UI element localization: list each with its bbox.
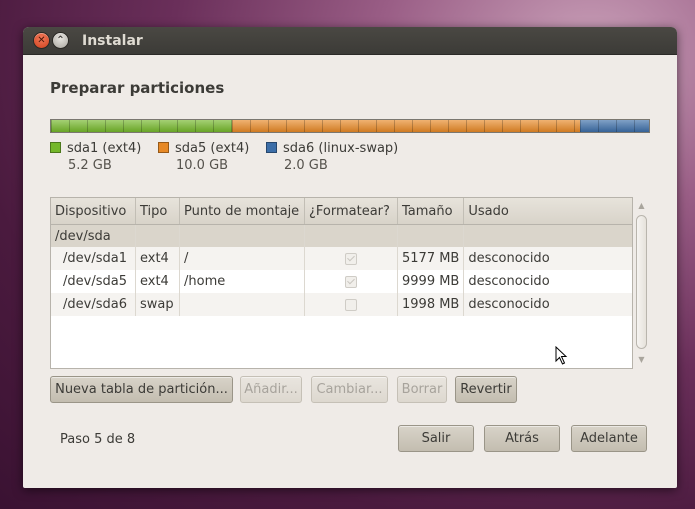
installer-window: ✕ ⌃ Instalar Preparar particiones sda1 (… bbox=[23, 27, 677, 488]
step-indicator: Paso 5 de 8 bbox=[60, 432, 136, 447]
swatch-sda5 bbox=[158, 142, 169, 153]
cell-type: ext4 bbox=[135, 247, 180, 270]
cell-type: ext4 bbox=[135, 270, 180, 293]
cell-empty bbox=[304, 224, 398, 247]
table-row-empty bbox=[51, 316, 632, 362]
col-header-size[interactable]: Tamaño bbox=[397, 198, 465, 225]
forward-button[interactable]: Adelante bbox=[571, 425, 647, 452]
partition-table: Dispositivo Tipo Punto de montaje ¿Forma… bbox=[50, 197, 633, 369]
table-row[interactable]: /dev/sda6 swap 1998 MB desconocido bbox=[51, 293, 632, 316]
scroll-down-icon[interactable]: ▼ bbox=[633, 355, 650, 364]
delete-button[interactable]: Borrar bbox=[397, 376, 447, 403]
cell-type: swap bbox=[135, 293, 180, 316]
partition-bar-segment bbox=[579, 120, 649, 132]
quit-button[interactable]: Salir bbox=[398, 425, 474, 452]
legend-name: sda5 (ext4) bbox=[175, 141, 250, 156]
cell-used: desconocido bbox=[463, 247, 632, 270]
cell-empty bbox=[179, 224, 305, 247]
legend-sda5: sda5 (ext4) 10.0 GB bbox=[158, 140, 249, 174]
cell-device: /dev/sda1 bbox=[51, 247, 136, 270]
cell-empty bbox=[135, 224, 180, 247]
cell-format bbox=[304, 247, 398, 270]
cell-size: 1998 MB bbox=[397, 293, 465, 316]
window-title: Instalar bbox=[82, 32, 143, 49]
cell-device: /dev/sda bbox=[51, 224, 136, 247]
cell-format bbox=[304, 270, 398, 293]
cell-size: 5177 MB bbox=[397, 247, 465, 270]
legend-sda1: sda1 (ext4) 5.2 GB bbox=[50, 140, 141, 174]
cell-mount bbox=[179, 293, 305, 316]
table-scrollbar[interactable]: ▲ ▼ bbox=[633, 197, 650, 369]
partition-bar-segment bbox=[231, 120, 580, 132]
legend-name: sda6 (linux-swap) bbox=[283, 141, 399, 156]
legend-size: 10.0 GB bbox=[176, 158, 229, 173]
legend-sda6: sda6 (linux-swap) 2.0 GB bbox=[266, 140, 398, 174]
table-row-group[interactable]: /dev/sda bbox=[51, 224, 632, 247]
new-partition-table-button[interactable]: Nueva tabla de partición... bbox=[50, 376, 233, 403]
col-header-format[interactable]: ¿Formatear? bbox=[304, 198, 398, 225]
table-row[interactable]: /dev/sda1 ext4 / 5177 MB desconocido bbox=[51, 247, 632, 270]
cell-empty bbox=[397, 224, 465, 247]
swatch-sda1 bbox=[50, 142, 61, 153]
col-header-device[interactable]: Dispositivo bbox=[51, 198, 136, 225]
cell-device: /dev/sda6 bbox=[51, 293, 136, 316]
cell-mount: / bbox=[179, 247, 305, 270]
cell-used: desconocido bbox=[463, 293, 632, 316]
col-header-used[interactable]: Usado bbox=[463, 198, 632, 225]
back-button[interactable]: Atrás bbox=[484, 425, 560, 452]
legend-size: 2.0 GB bbox=[284, 158, 328, 173]
titlebar: ✕ ⌃ Instalar bbox=[23, 27, 677, 55]
swatch-sda6 bbox=[266, 142, 277, 153]
scroll-up-icon[interactable]: ▲ bbox=[633, 201, 650, 210]
page-title: Preparar particiones bbox=[50, 79, 225, 97]
scroll-thumb[interactable] bbox=[636, 215, 647, 349]
table-row[interactable]: /dev/sda5 ext4 /home 9999 MB desconocido bbox=[51, 270, 632, 293]
cell-used: desconocido bbox=[463, 270, 632, 293]
cell-size: 9999 MB bbox=[397, 270, 465, 293]
table-header: Dispositivo Tipo Punto de montaje ¿Forma… bbox=[51, 198, 632, 225]
partition-bar bbox=[50, 119, 650, 133]
format-checkbox[interactable] bbox=[345, 252, 357, 265]
cell-format bbox=[304, 293, 398, 316]
col-header-type[interactable]: Tipo bbox=[135, 198, 180, 225]
mouse-pointer-icon bbox=[555, 346, 568, 365]
cell-device: /dev/sda5 bbox=[51, 270, 136, 293]
revert-button[interactable]: Revertir bbox=[455, 376, 517, 403]
format-checkbox[interactable] bbox=[345, 298, 357, 311]
change-button[interactable]: Cambiar... bbox=[311, 376, 388, 403]
legend-size: 5.2 GB bbox=[68, 158, 112, 173]
partition-bar-segment bbox=[51, 120, 232, 132]
legend-name: sda1 (ext4) bbox=[67, 141, 142, 156]
cell-empty bbox=[463, 224, 632, 247]
col-header-mount[interactable]: Punto de montaje bbox=[179, 198, 305, 225]
cell-mount: /home bbox=[179, 270, 305, 293]
close-icon[interactable]: ✕ bbox=[34, 33, 49, 48]
minimize-icon[interactable]: ⌃ bbox=[53, 33, 68, 48]
add-button[interactable]: Añadir... bbox=[240, 376, 302, 403]
format-checkbox[interactable] bbox=[345, 275, 357, 288]
